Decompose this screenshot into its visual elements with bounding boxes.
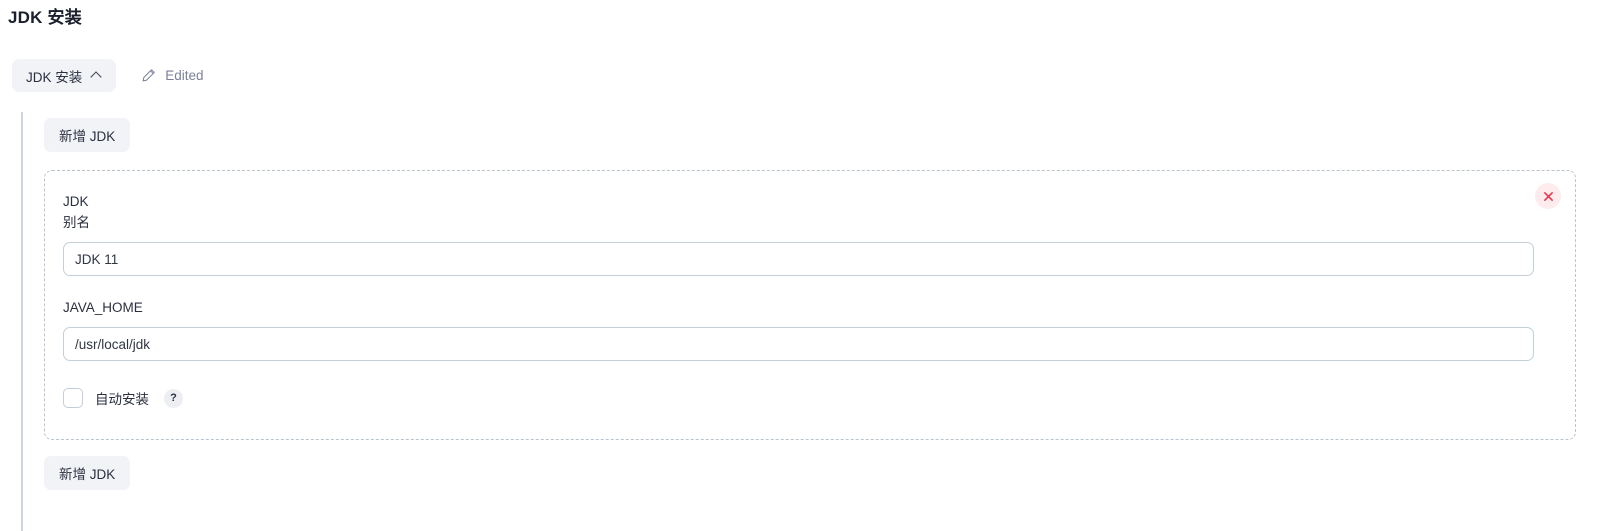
section-left-rail [21,112,23,531]
section-collapse-label: JDK 安装 [26,69,83,85]
field-java-home: JAVA_HOME [63,297,1557,361]
jdk-alias-label: JDK 别名 [63,194,90,230]
remove-jdk-button[interactable] [1535,183,1561,209]
chevron-up-icon [91,70,102,81]
close-x-icon [1543,191,1553,201]
auto-install-row: 自动安装 ? [63,388,1557,408]
edited-indicator[interactable]: Edited [141,68,204,83]
jdk-alias-input[interactable] [63,242,1534,276]
jdk-entry-card: JDK 别名 JAVA_HOME 自动安装 ? [44,170,1576,440]
add-jdk-button-top[interactable]: 新增 JDK [44,118,131,152]
java-home-label: JAVA_HOME [63,300,143,315]
edited-label: Edited [165,68,204,83]
add-jdk-button-bottom[interactable]: 新增 JDK [44,456,131,490]
section-collapse-toggle[interactable]: JDK 安装 [12,59,117,92]
auto-install-label: 自动安装 [95,392,149,407]
java-home-input[interactable] [63,327,1534,361]
auto-install-checkbox[interactable] [63,388,83,408]
section-body: 新增 JDK JDK 别名 JAVA_HOME 自动安装 ? 新增 JDK [44,118,1576,490]
section-header: JDK 安装 Edited [12,59,204,92]
field-jdk-alias: JDK 别名 [63,191,1557,276]
page-title: JDK 安装 [8,8,82,27]
question-mark-icon[interactable]: ? [164,388,183,408]
pencil-icon [142,69,155,82]
